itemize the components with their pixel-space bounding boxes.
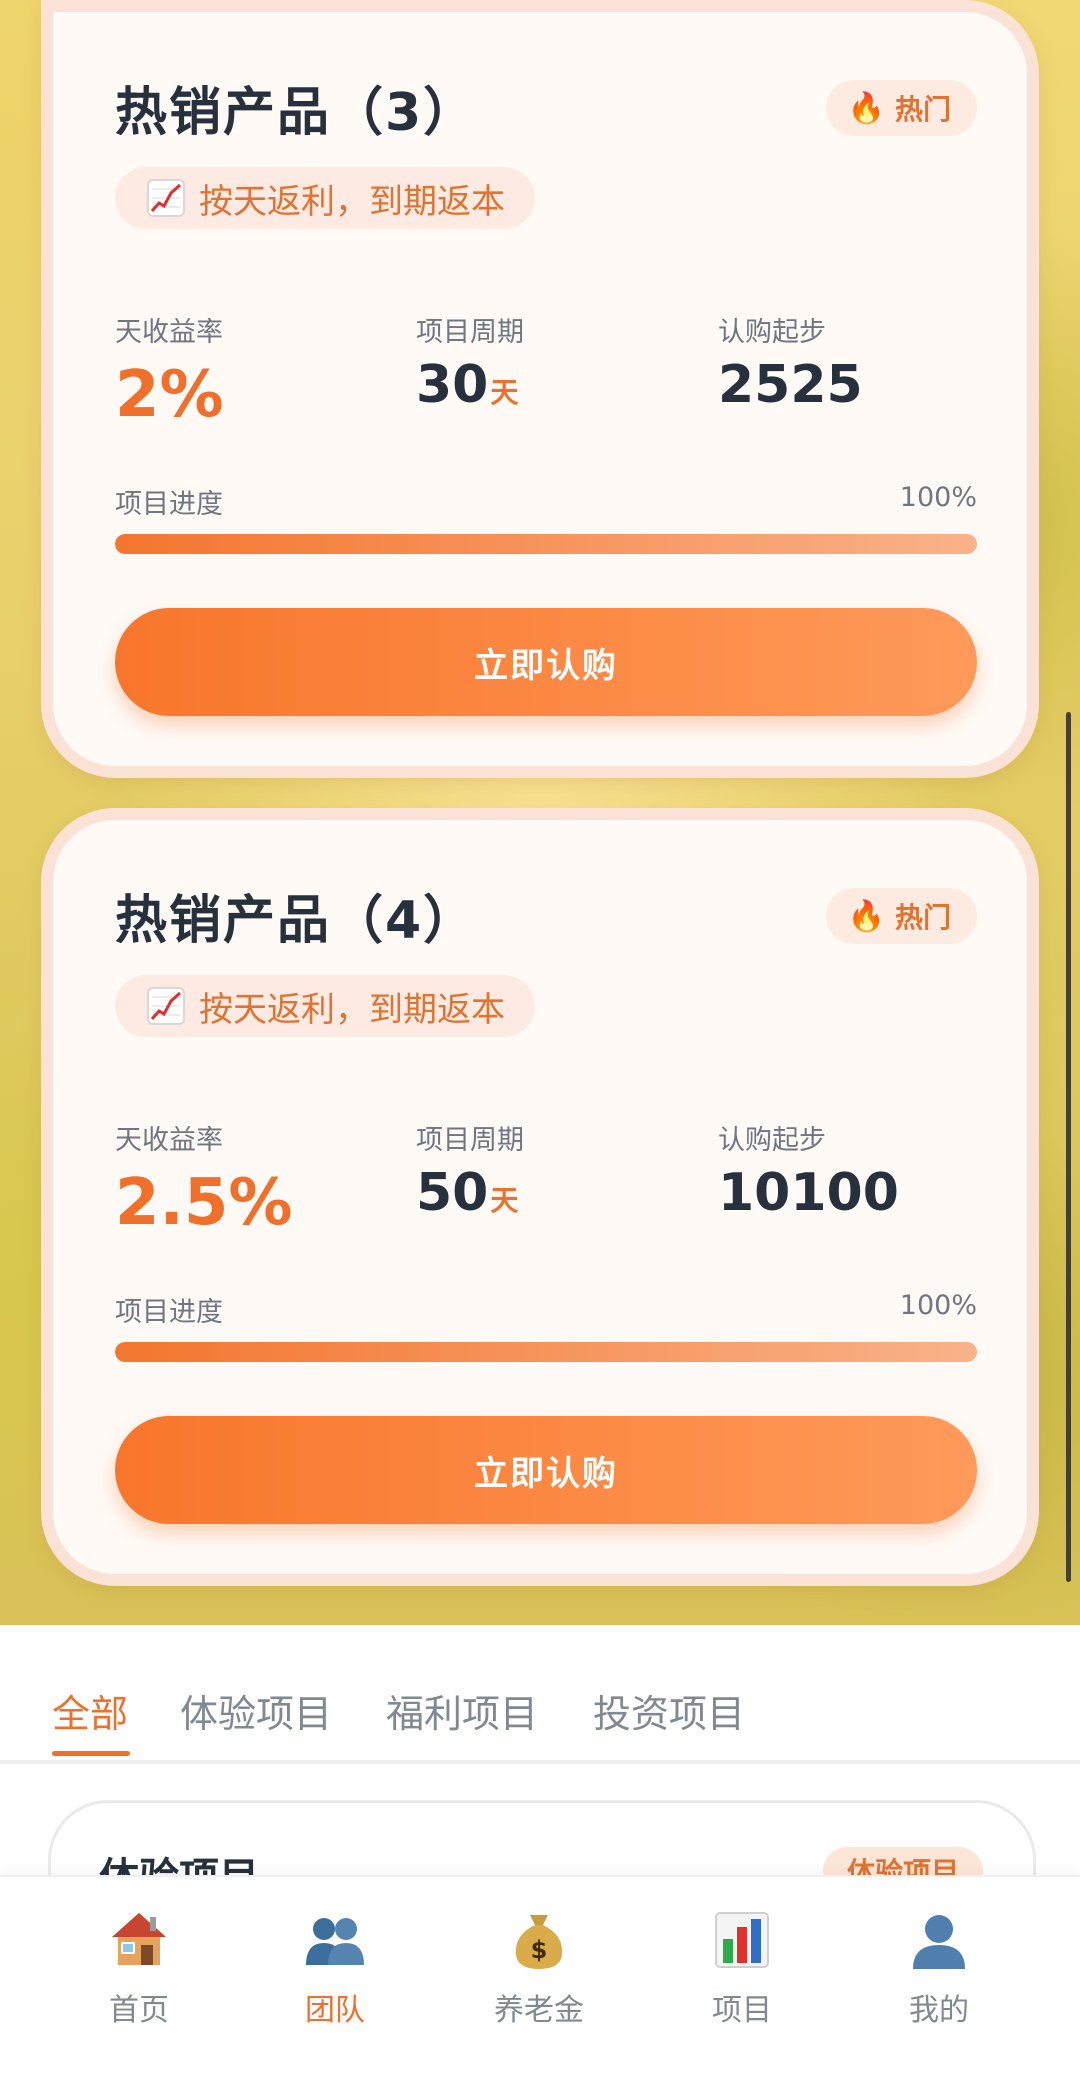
progress-percent: 100% <box>899 1290 977 1321</box>
product-title: 热销产品（4） <box>115 891 478 951</box>
nav-projects-label: 项目 <box>712 1993 772 2028</box>
trend-chart-icon <box>147 179 185 217</box>
product-title: 热销产品（3） <box>115 83 478 143</box>
daily-rate-label: 天收益率 <box>115 317 223 348</box>
daily-rate-label: 天收益率 <box>115 1125 223 1156</box>
period-unit: 天 <box>490 376 519 409</box>
product-tag: 按天返利，到期返本 <box>115 167 535 229</box>
nav-home[interactable]: 首页 <box>74 1907 204 2029</box>
daily-rate-value: 2% <box>115 358 224 432</box>
scrollbar[interactable] <box>1066 712 1071 1582</box>
tab-investment[interactable]: 投资项目 <box>593 1683 745 1738</box>
user-icon <box>913 1915 965 1969</box>
nav-pension[interactable]: $ 养老金 <box>474 1907 604 2029</box>
hot-badge-label: 热门 <box>894 93 951 126</box>
min-subscription-value: 2525 <box>718 355 863 415</box>
svg-text:$: $ <box>531 1936 548 1964</box>
progress-label: 项目进度 <box>115 1297 223 1328</box>
project-period-label: 项目周期 <box>416 317 524 348</box>
bar-chart-icon <box>715 1912 769 1968</box>
progress-fill <box>115 534 977 554</box>
nav-team-label: 团队 <box>305 1993 365 2028</box>
project-period: 项目周期 30天 <box>416 310 524 411</box>
money-bag-icon: $ <box>515 1915 563 1969</box>
subscribe-button[interactable]: 立即认购 <box>115 608 977 716</box>
nav-profile-label: 我的 <box>909 1993 969 2028</box>
tab-welfare[interactable]: 福利项目 <box>386 1683 538 1738</box>
project-period: 项目周期 50天 <box>416 1118 524 1219</box>
hot-badge-label: 热门 <box>894 901 951 934</box>
tab-all[interactable]: 全部 <box>52 1683 128 1738</box>
product-tag: 按天返利，到期返本 <box>115 975 535 1037</box>
tab-trial[interactable]: 体验项目 <box>180 1683 332 1738</box>
hot-badge: 🔥 热门 <box>825 80 977 136</box>
progress-bar <box>115 534 977 554</box>
product-card: 热销产品（3） 🔥 热门 按天返利，到期返本 天收益率 2% 项目周期 30天 … <box>41 0 1039 778</box>
daily-rate: 天收益率 2.5% <box>115 1118 293 1235</box>
hot-badge: 🔥 热门 <box>825 888 977 944</box>
progress-fill <box>115 1342 977 1362</box>
project-period-label: 项目周期 <box>416 1125 524 1156</box>
product-card: 热销产品（4） 🔥 热门 按天返利，到期返本 天收益率 2.5% 项目周期 50… <box>41 808 1039 1586</box>
daily-rate: 天收益率 2% <box>115 310 224 427</box>
progress-bar <box>115 1342 977 1362</box>
min-subscription: 认购起步 2525 <box>718 310 863 411</box>
nav-team[interactable]: 团队 <box>270 1907 400 2029</box>
project-period-value: 30天 <box>416 359 524 411</box>
period-number: 50 <box>416 1163 489 1223</box>
nav-profile[interactable]: 我的 <box>874 1907 1004 2029</box>
min-subscription-value: 10100 <box>718 1163 899 1223</box>
nav-home-label: 首页 <box>109 1993 169 2028</box>
min-subscription-label: 认购起步 <box>718 1125 826 1156</box>
progress-percent: 100% <box>899 482 977 513</box>
bottom-nav: 首页 团队 $ 养老金 项目 我的 <box>0 1875 1080 2073</box>
subscribe-button[interactable]: 立即认购 <box>115 1416 977 1524</box>
active-tab-underline <box>52 1751 130 1756</box>
min-subscription-label: 认购起步 <box>718 317 826 348</box>
period-number: 30 <box>416 355 489 415</box>
team-icon <box>306 1918 364 1965</box>
project-period-value: 50天 <box>416 1167 524 1219</box>
fire-icon: 🔥 <box>847 90 885 126</box>
min-subscription: 认购起步 10100 <box>718 1118 899 1219</box>
progress-label: 项目进度 <box>115 489 223 520</box>
fire-icon: 🔥 <box>847 898 885 934</box>
nav-projects[interactable]: 项目 <box>677 1907 807 2029</box>
product-tag-label: 按天返利，到期返本 <box>199 181 505 222</box>
daily-rate-value: 2.5% <box>115 1166 293 1240</box>
house-icon <box>112 1913 166 1965</box>
product-tag-label: 按天返利，到期返本 <box>199 989 505 1030</box>
category-tabs: 全部 体验项目 福利项目 投资项目 <box>0 1625 1080 1764</box>
period-unit: 天 <box>490 1184 519 1217</box>
nav-pension-label: 养老金 <box>494 1993 584 2028</box>
trend-chart-icon <box>147 987 185 1025</box>
